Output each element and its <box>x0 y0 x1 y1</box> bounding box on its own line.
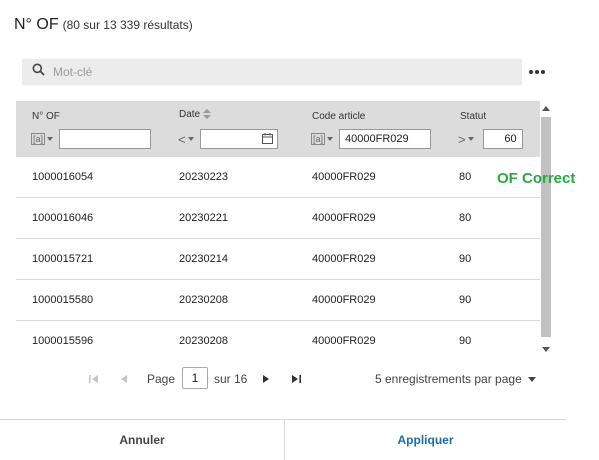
page-total: sur 16 <box>214 372 248 386</box>
title-text: N° OF <box>14 16 59 33</box>
table-row[interactable]: 1000015580 20230208 40000FR029 90 <box>16 280 540 321</box>
cell-code: 40000FR029 <box>312 171 376 183</box>
more-options-icon[interactable] <box>529 70 545 74</box>
filter-input-of[interactable] <box>59 129 152 149</box>
vertical-scrollbar[interactable] <box>540 101 552 359</box>
scrollbar-thumb[interactable] <box>541 117 551 337</box>
column-label-of[interactable]: N° OF <box>32 111 60 122</box>
chevron-down-icon <box>527 376 536 382</box>
scroll-down-icon[interactable] <box>542 347 550 352</box>
filter-input-code[interactable] <box>339 129 432 149</box>
cell-statut: 90 <box>459 335 472 347</box>
column-header-statut: Statut > <box>446 101 540 157</box>
pagination: Page sur 16 5 enregistrements par page <box>0 366 599 390</box>
chevron-down-icon <box>187 137 194 141</box>
scroll-up-icon[interactable] <box>542 106 550 111</box>
filter-operator-of[interactable]: [a] <box>31 133 54 145</box>
table-row[interactable]: 1000015721 20230214 40000FR029 90 <box>16 239 540 280</box>
grid-header: N° OF [a] Date < Code article [a] 40000F… <box>16 101 540 157</box>
cell-date: 20230208 <box>179 335 228 347</box>
results-grid: N° OF [a] Date < Code article [a] 40000F… <box>16 101 540 359</box>
table-row[interactable]: 1000016054 20230223 40000FR029 80 <box>16 157 540 198</box>
cell-of: 1000016054 <box>32 171 94 183</box>
page-size-label: 5 enregistrements par page <box>375 372 522 386</box>
apply-button[interactable]: Appliquer <box>285 420 566 460</box>
cell-code: 40000FR029 <box>312 335 376 347</box>
cell-date: 20230208 <box>179 294 228 306</box>
dialog-footer: Annuler Appliquer <box>0 419 566 460</box>
page-size-select[interactable]: 5 enregistrements par page <box>375 372 536 386</box>
first-page-icon[interactable] <box>88 372 100 390</box>
column-header-date: Date < <box>166 101 301 157</box>
cell-code: 40000FR029 <box>312 253 376 265</box>
filter-operator-statut[interactable]: > <box>458 132 474 147</box>
previous-page-icon[interactable] <box>118 372 130 390</box>
page-label: Page <box>147 372 176 386</box>
search-input[interactable] <box>51 64 491 80</box>
column-label-code[interactable]: Code article <box>312 111 365 122</box>
table-row[interactable]: 1000016046 20230221 40000FR029 80 <box>16 198 540 239</box>
chevron-down-icon <box>47 137 54 141</box>
sort-icon[interactable] <box>203 109 212 120</box>
column-label-statut[interactable]: Statut <box>460 111 486 122</box>
cell-of: 1000015580 <box>32 294 94 306</box>
cell-code: 40000FR029 <box>312 212 376 224</box>
cancel-button[interactable]: Annuler <box>0 420 284 460</box>
calendar-icon[interactable] <box>261 133 273 147</box>
page-number-input[interactable] <box>182 367 208 389</box>
cell-date: 20230214 <box>179 253 228 265</box>
chevron-down-icon <box>327 137 334 141</box>
cell-of: 1000015596 <box>32 335 94 347</box>
cell-statut: 80 <box>459 171 472 183</box>
filter-operator-date[interactable]: < <box>178 132 194 147</box>
cell-statut: 80 <box>459 212 472 224</box>
annotation-label: OF Correct <box>497 170 576 187</box>
filter-input-date[interactable] <box>199 129 278 149</box>
cell-code: 40000FR029 <box>312 294 376 306</box>
search-icon <box>32 63 45 81</box>
cell-of: 1000015721 <box>32 253 94 265</box>
table-row[interactable]: 1000015596 20230208 40000FR029 90 <box>16 321 540 359</box>
cell-statut: 90 <box>459 253 472 265</box>
filter-operator-code[interactable]: [a] <box>311 133 334 145</box>
chevron-down-icon <box>467 137 474 141</box>
dialog-title: N° OF (80 sur 13 339 résultats) <box>14 16 193 34</box>
column-header-of: N° OF [a] <box>16 101 166 157</box>
result-count: (80 sur 13 339 résultats) <box>62 18 193 32</box>
column-label-date[interactable]: Date <box>179 109 212 120</box>
cell-date: 20230221 <box>179 212 228 224</box>
cell-statut: 90 <box>459 294 472 306</box>
filter-input-statut[interactable] <box>482 129 523 149</box>
cell-date: 20230223 <box>179 171 228 183</box>
column-header-code: Code article [a] <box>301 101 446 157</box>
search-bar[interactable] <box>22 59 522 85</box>
cell-of: 1000016046 <box>32 212 94 224</box>
next-page-icon[interactable] <box>260 372 272 390</box>
last-page-icon[interactable] <box>290 372 302 390</box>
